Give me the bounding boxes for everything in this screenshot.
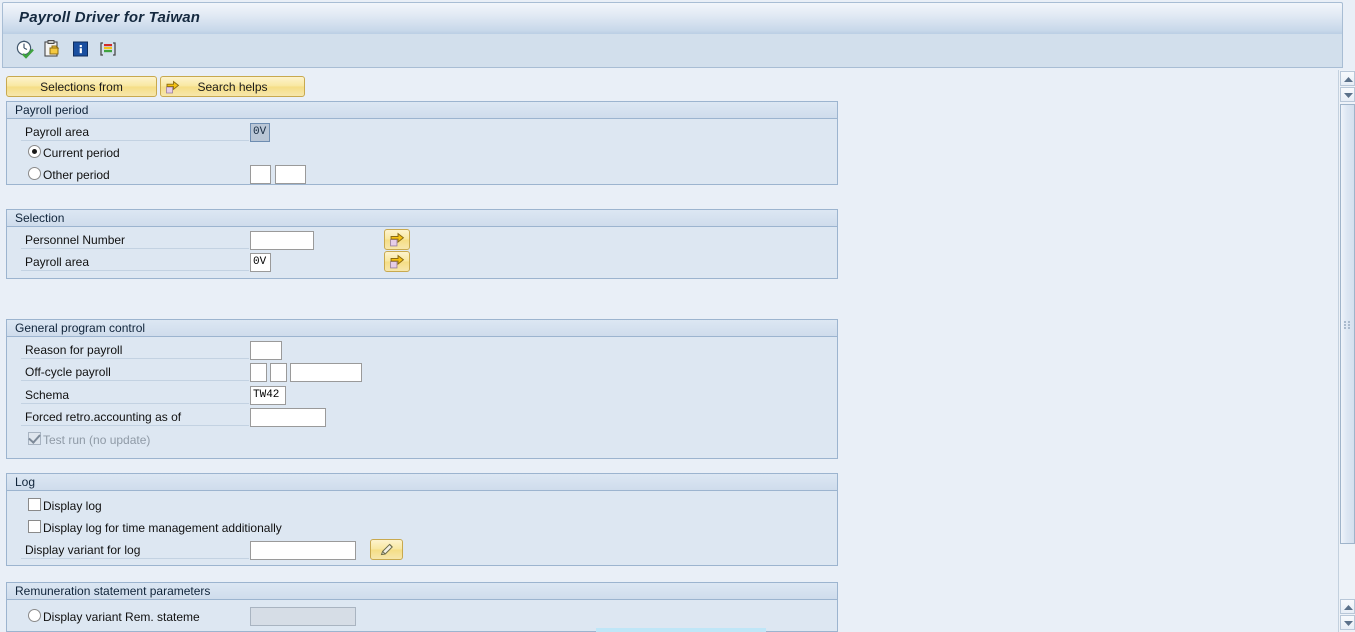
group-selection: Selection Personnel Number Payroll area …	[6, 209, 838, 279]
personnel-number-input[interactable]	[250, 231, 314, 250]
offcycle-input-3[interactable]	[290, 363, 362, 382]
other-period-input-2[interactable]	[275, 165, 306, 184]
display-variant-rem-statement-input	[250, 607, 356, 626]
multiple-selection-icon[interactable]	[99, 39, 119, 59]
radio-other-period-label: Other period	[43, 168, 110, 182]
scroll-up-bottom-button[interactable]	[1340, 599, 1355, 614]
search-helps-label: Search helps	[197, 79, 268, 94]
sap-window: Payroll Driver for Taiwan Selections fro…	[0, 0, 1355, 632]
reason-for-payroll-input[interactable]	[250, 341, 282, 360]
selections-from-button[interactable]: Selections from	[6, 76, 157, 97]
offcycle-input-2[interactable]	[270, 363, 287, 382]
offcycle-payroll-label: Off-cycle payroll	[25, 365, 111, 379]
group-selection-title: Selection	[7, 210, 837, 227]
arrow-right-icon	[166, 80, 180, 94]
forced-retro-input[interactable]	[250, 408, 326, 427]
selection-payroll-area-input[interactable]: 0V	[250, 253, 271, 272]
group-remuneration-statement-title: Remuneration statement parameters	[7, 583, 837, 600]
forced-retro-label: Forced retro.accounting as of	[25, 410, 182, 424]
other-period-input-1[interactable]	[250, 165, 271, 184]
reason-for-payroll-label: Reason for payroll	[25, 343, 123, 357]
offcycle-input-1[interactable]	[250, 363, 267, 382]
display-log-time-management-checkbox[interactable]	[28, 520, 41, 533]
application-toolbar: © www.tutorialkart.com	[2, 34, 1343, 96]
personnel-number-multi-select-button[interactable]	[384, 229, 410, 250]
payroll-period-area-label: Payroll area	[25, 125, 90, 139]
display-variant-log-label: Display variant for log	[25, 543, 141, 557]
title-bar: Payroll Driver for Taiwan	[2, 2, 1343, 34]
info-icon[interactable]	[71, 39, 91, 59]
execute-clock-icon[interactable]	[15, 39, 35, 59]
search-helps-button[interactable]: Search helps	[160, 76, 305, 97]
group-payroll-period-title: Payroll period	[7, 102, 837, 119]
display-variant-log-edit-button[interactable]	[370, 539, 403, 560]
scroll-down-bottom-button[interactable]	[1340, 615, 1355, 630]
group-log: Log Display log Display log for time man…	[6, 473, 838, 566]
scroll-down-top-button[interactable]	[1340, 87, 1355, 102]
vertical-scrollbar[interactable]	[1338, 70, 1355, 632]
horizontal-scrollbar[interactable]	[596, 628, 766, 632]
display-log-time-management-label: Display log for time management addition…	[43, 521, 282, 535]
radio-display-variant-rem-statement[interactable]	[28, 609, 41, 622]
page-title: Payroll Driver for Taiwan	[19, 9, 201, 26]
radio-current-period-label: Current period	[43, 146, 120, 160]
personnel-number-label: Personnel Number	[25, 233, 126, 247]
radio-current-period[interactable]	[28, 145, 41, 158]
group-general-program-control-title: General program control	[7, 320, 837, 337]
radio-display-variant-rem-statement-label: Display variant Rem. stateme	[43, 610, 200, 624]
radio-other-period[interactable]	[28, 167, 41, 180]
test-run-label: Test run (no update)	[43, 433, 151, 447]
display-variant-log-input[interactable]	[250, 541, 356, 560]
payroll-area-multi-select-button[interactable]	[384, 251, 410, 272]
save-variant-icon[interactable]	[43, 39, 63, 59]
display-log-checkbox[interactable]	[28, 498, 41, 511]
selections-from-label: Selections from	[40, 79, 123, 94]
payroll-period-area-value[interactable]: 0V	[250, 123, 270, 142]
display-log-label: Display log	[43, 499, 102, 513]
schema-label: Schema	[25, 388, 70, 402]
scrollbar-thumb[interactable]	[1340, 104, 1355, 544]
selection-payroll-area-label: Payroll area	[25, 255, 90, 269]
group-general-program-control: General program control Reason for payro…	[6, 319, 838, 459]
test-run-checkbox	[28, 432, 41, 445]
group-log-title: Log	[7, 474, 837, 491]
group-remuneration-statement: Remuneration statement parameters Displa…	[6, 582, 838, 632]
schema-input[interactable]: TW42	[250, 386, 286, 405]
button-row: Selections from Search helps	[6, 76, 305, 97]
group-payroll-period: Payroll period Payroll area 0V Current p…	[6, 101, 838, 185]
scrollbar-grip	[1344, 321, 1353, 329]
scroll-up-top-button[interactable]	[1340, 71, 1355, 86]
selection-screen: Selections from Search helps Payroll per…	[0, 70, 1322, 632]
